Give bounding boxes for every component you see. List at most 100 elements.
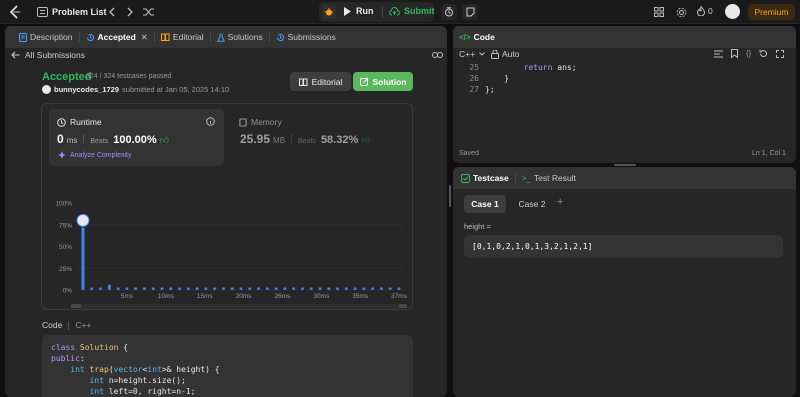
tab-solutions[interactable]: Solutions bbox=[211, 32, 269, 42]
shuffle-icon[interactable] bbox=[142, 6, 154, 18]
chart-bar[interactable] bbox=[327, 287, 331, 290]
auto-mode-toggle[interactable]: Auto bbox=[491, 49, 520, 59]
chart-bar[interactable] bbox=[204, 287, 208, 290]
chart-bar[interactable] bbox=[292, 287, 296, 290]
problem-list-link[interactable]: Problem List bbox=[52, 7, 107, 17]
chart-bar[interactable] bbox=[195, 287, 199, 290]
runtime-unit: ms bbox=[66, 136, 78, 145]
testcase-panel: Testcase >_ Test Result Case 1 Case 2 + … bbox=[453, 167, 796, 397]
editor-code[interactable]: return ans; } }; bbox=[485, 62, 577, 95]
analyze-complexity-link[interactable]: Analyze Complexity bbox=[58, 151, 131, 159]
chevron-left-icon[interactable] bbox=[107, 6, 117, 18]
memory-header[interactable]: Memory bbox=[239, 117, 282, 127]
chart-bar[interactable] bbox=[125, 287, 129, 290]
share-link-icon[interactable] bbox=[431, 50, 443, 60]
close-icon[interactable]: ✕ bbox=[141, 32, 148, 43]
overview-handle-right[interactable] bbox=[399, 304, 407, 308]
chart-bar[interactable] bbox=[116, 287, 120, 290]
chart-bar[interactable] bbox=[397, 287, 401, 290]
debug-icon[interactable] bbox=[322, 5, 336, 19]
tab-testcase-label: Testcase bbox=[473, 173, 509, 183]
streak-count: 0 bbox=[708, 6, 713, 16]
auto-label: Auto bbox=[502, 49, 520, 59]
tab-submissions[interactable]: Submissions bbox=[270, 32, 342, 42]
gear-icon[interactable] bbox=[675, 6, 687, 18]
chart-bar[interactable] bbox=[379, 287, 383, 290]
username[interactable]: bunnycodes_1729 bbox=[54, 85, 119, 94]
fullscreen-icon[interactable] bbox=[776, 49, 785, 58]
chart-bar[interactable] bbox=[371, 287, 375, 290]
book-icon bbox=[160, 33, 170, 41]
editor-tab-bar: </> Code bbox=[453, 26, 796, 48]
tab-code[interactable]: </> Code bbox=[459, 32, 501, 42]
notes-icon[interactable] bbox=[462, 4, 478, 20]
chart-bar[interactable] bbox=[134, 287, 138, 290]
memory-beats-label: Beats bbox=[298, 138, 316, 145]
chart-bar[interactable] bbox=[362, 287, 366, 290]
chart-bar[interactable] bbox=[239, 287, 243, 290]
chart-bar[interactable] bbox=[353, 287, 357, 290]
tab-testcase[interactable]: Testcase bbox=[455, 173, 515, 183]
avatar[interactable] bbox=[42, 85, 51, 94]
case-2-tab[interactable]: Case 2 bbox=[511, 195, 553, 213]
layout-grid-icon[interactable] bbox=[653, 6, 665, 18]
tab-editorial[interactable]: Editorial bbox=[155, 32, 210, 42]
tab-submissions-label: Submissions bbox=[287, 32, 336, 42]
back-to-submissions[interactable]: All Submissions bbox=[11, 50, 85, 60]
chevron-right-icon[interactable] bbox=[125, 6, 135, 18]
case-1-tab[interactable]: Case 1 bbox=[464, 195, 506, 213]
chart-bar[interactable] bbox=[142, 287, 146, 290]
timer-icon[interactable] bbox=[441, 4, 457, 20]
avatar[interactable] bbox=[725, 4, 740, 19]
overview-handle-left[interactable] bbox=[71, 304, 81, 308]
horizontal-splitter-handle[interactable] bbox=[614, 164, 636, 166]
testcase-input[interactable]: [0,1,0,2,1,0,1,3,2,1,2,1] bbox=[464, 235, 783, 258]
streak-counter[interactable]: 0 bbox=[697, 6, 713, 16]
y-tick-label: 50% bbox=[59, 244, 72, 251]
info-icon[interactable] bbox=[205, 116, 215, 126]
solution-button[interactable]: Solution bbox=[353, 72, 413, 91]
bookmark-icon[interactable] bbox=[731, 49, 738, 58]
language-select[interactable]: C++ bbox=[459, 49, 485, 59]
editorial-button[interactable]: Editorial bbox=[290, 72, 351, 91]
leetcode-logo-icon[interactable] bbox=[8, 5, 22, 19]
chart-bar[interactable] bbox=[221, 287, 225, 290]
chart-bar[interactable] bbox=[388, 287, 392, 290]
chart-bar[interactable] bbox=[318, 287, 322, 290]
chart-bar[interactable] bbox=[178, 287, 182, 290]
chart-bar[interactable] bbox=[265, 287, 269, 290]
chart-bar[interactable] bbox=[169, 287, 173, 290]
chart-bar[interactable] bbox=[248, 287, 252, 290]
chart-bar[interactable] bbox=[230, 287, 234, 290]
braces-icon[interactable]: {} bbox=[746, 49, 751, 58]
chart-bar[interactable] bbox=[160, 287, 164, 290]
chart-bar[interactable] bbox=[90, 287, 94, 290]
format-icon[interactable] bbox=[714, 50, 723, 58]
vertical-splitter-handle[interactable] bbox=[449, 185, 451, 207]
chart-bar[interactable] bbox=[257, 287, 261, 290]
submit-button[interactable]: Submit bbox=[389, 6, 435, 16]
chart-bar[interactable] bbox=[81, 227, 85, 290]
premium-button[interactable]: Premium bbox=[748, 4, 795, 20]
chart-bar[interactable] bbox=[274, 287, 278, 290]
terminal-icon: >_ bbox=[521, 173, 531, 183]
chart-bar[interactable] bbox=[336, 287, 340, 290]
chart-bar[interactable] bbox=[151, 287, 155, 290]
chart-bar[interactable] bbox=[309, 287, 313, 290]
chart-bar[interactable] bbox=[283, 287, 287, 290]
reset-icon[interactable] bbox=[759, 49, 768, 58]
variable-label: height = bbox=[464, 222, 491, 231]
chart-bar[interactable] bbox=[107, 284, 111, 290]
chart-bar[interactable] bbox=[300, 287, 304, 290]
chart-bar[interactable] bbox=[213, 287, 217, 290]
runtime-values: 0 ms Beats 100.00% 👍︎ bbox=[57, 132, 169, 146]
sparkle-icon bbox=[58, 151, 66, 159]
tab-accepted[interactable]: Accepted ✕ bbox=[80, 32, 154, 43]
run-button[interactable]: Run bbox=[344, 6, 374, 16]
chart-bar[interactable] bbox=[186, 287, 190, 290]
add-case-button[interactable]: + bbox=[557, 196, 563, 208]
tab-description[interactable]: Description bbox=[13, 32, 79, 42]
chart-bar[interactable] bbox=[99, 287, 103, 290]
chart-bar[interactable] bbox=[344, 287, 348, 290]
tab-test-result[interactable]: >_ Test Result bbox=[516, 173, 582, 183]
